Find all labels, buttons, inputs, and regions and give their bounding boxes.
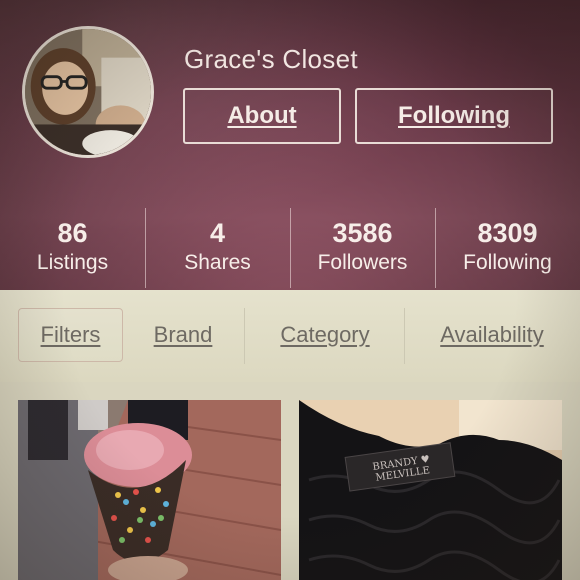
stat-shares[interactable]: 4 Shares	[145, 208, 290, 288]
stat-listings[interactable]: 86 Listings	[0, 208, 145, 288]
stat-value: 86	[57, 218, 88, 248]
stat-following[interactable]: 8309 Following	[435, 208, 580, 288]
stat-followers[interactable]: 3586 Followers	[290, 208, 435, 288]
tab-brand[interactable]: Brand	[135, 308, 231, 362]
following-button[interactable]: Following	[355, 88, 553, 144]
tab-availability[interactable]: Availability	[422, 308, 562, 362]
ice-cream-photo	[18, 400, 281, 580]
stat-label: Shares	[184, 251, 251, 274]
listing-tile[interactable]	[18, 400, 281, 580]
filter-bar: Filters Brand Category Availability	[0, 290, 580, 382]
stat-label: Listings	[36, 251, 109, 274]
profile-header: Grace's Closet About Following 86 Listin…	[0, 0, 580, 290]
stat-value: 3586	[332, 218, 393, 248]
tab-divider	[404, 308, 405, 364]
stat-value: 4	[209, 218, 226, 248]
profile-avatar[interactable]	[22, 26, 154, 158]
stat-label: Followers	[317, 251, 408, 274]
shop-name: Grace's Closet	[184, 44, 358, 74]
listing-grid: BRANDY ♥ MELVILLE	[0, 382, 580, 580]
about-button[interactable]: About	[183, 88, 341, 144]
tab-category[interactable]: Category	[256, 308, 394, 362]
black-sweater-photo	[299, 400, 562, 580]
avatar-photo	[25, 29, 151, 155]
tab-filters[interactable]: Filters	[18, 308, 123, 362]
tab-divider	[244, 308, 245, 364]
stat-label: Following	[463, 251, 552, 274]
listing-tile[interactable]: BRANDY ♥ MELVILLE	[299, 400, 562, 580]
stat-value: 8309	[477, 218, 538, 248]
profile-stats: 86 Listings 4 Shares 3586 Followers 8309…	[0, 208, 580, 288]
